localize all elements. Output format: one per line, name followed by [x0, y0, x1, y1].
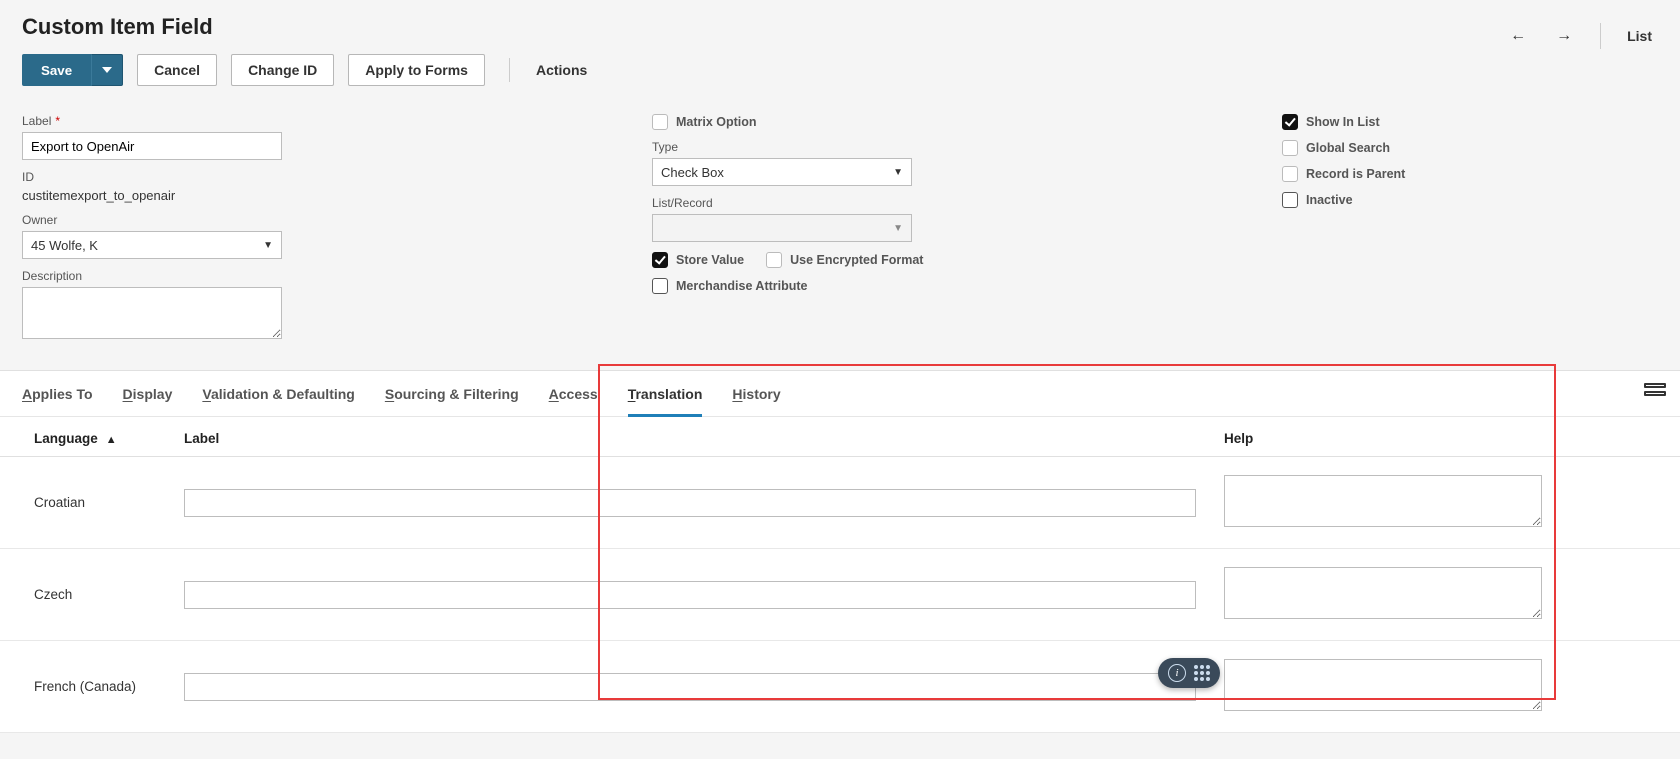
language-cell: Croatian — [0, 457, 170, 549]
translation-label-input[interactable] — [184, 581, 1196, 609]
description-textarea[interactable] — [22, 287, 282, 339]
list-record-field-label: List/Record — [652, 196, 1282, 210]
tabs-row: Applies To Display Validation & Defaulti… — [0, 371, 1680, 417]
change-id-button[interactable]: Change ID — [231, 54, 334, 86]
inactive-label: Inactive — [1306, 193, 1353, 207]
language-cell: French (Canada) — [0, 641, 170, 733]
store-value-label: Store Value — [676, 253, 744, 267]
actions-menu[interactable]: Actions — [530, 62, 593, 78]
toolbar: Save Cancel Change ID Apply to Forms Act… — [22, 54, 1658, 100]
label-input[interactable] — [22, 132, 282, 160]
owner-field-label: Owner — [22, 213, 652, 227]
merchandise-attribute-label: Merchandise Attribute — [676, 279, 808, 293]
apply-to-forms-button[interactable]: Apply to Forms — [348, 54, 485, 86]
save-button[interactable]: Save — [22, 54, 91, 86]
translation-table: Language▲ Label Help Croatian Czech — [0, 417, 1680, 733]
save-dropdown-button[interactable] — [91, 54, 123, 86]
col-label-header[interactable]: Label — [170, 417, 1210, 457]
translation-label-input[interactable] — [184, 489, 1196, 517]
label-field-label: Label* — [22, 114, 652, 128]
page-title: Custom Item Field — [22, 14, 1658, 40]
col-language-header[interactable]: Language▲ — [0, 417, 170, 457]
owner-selected-value: 45 Wolfe, K — [31, 238, 98, 253]
caret-down-icon: ▼ — [893, 223, 903, 234]
inactive-checkbox[interactable] — [1282, 192, 1298, 208]
translation-help-textarea[interactable] — [1224, 659, 1542, 711]
global-search-label: Global Search — [1306, 141, 1390, 155]
use-encrypted-label: Use Encrypted Format — [790, 253, 923, 267]
table-row: Croatian — [0, 457, 1680, 549]
tab-applies-to[interactable]: Applies To — [22, 372, 93, 416]
caret-down-icon — [102, 67, 112, 73]
translation-help-textarea[interactable] — [1224, 567, 1542, 619]
tab-validation-defaulting[interactable]: Validation & Defaulting — [202, 372, 354, 416]
help-widget[interactable]: i — [1158, 658, 1220, 688]
nav-forward-button[interactable]: → — [1546, 22, 1582, 50]
type-field-label: Type — [652, 140, 1282, 154]
record-is-parent-label: Record is Parent — [1306, 167, 1405, 181]
col-help-header[interactable]: Help — [1210, 417, 1680, 457]
type-selected-value: Check Box — [661, 165, 724, 180]
merchandise-attribute-checkbox[interactable] — [652, 278, 668, 294]
table-row: French (Canada) — [0, 641, 1680, 733]
required-asterisk: * — [55, 114, 60, 128]
matrix-option-label: Matrix Option — [676, 115, 757, 129]
list-record-select[interactable]: ▼ — [652, 214, 912, 242]
id-field-label: ID — [22, 170, 652, 184]
description-field-label: Description — [22, 269, 652, 283]
sort-asc-icon: ▲ — [106, 434, 117, 446]
tab-sourcing-filtering[interactable]: Sourcing & Filtering — [385, 372, 519, 416]
store-value-checkbox[interactable] — [652, 252, 668, 268]
tab-translation[interactable]: Translation — [628, 372, 703, 416]
caret-down-icon: ▼ — [263, 240, 273, 251]
layout-toggle-icon[interactable] — [1644, 383, 1666, 405]
nav-back-button[interactable]: ← — [1500, 22, 1536, 50]
translation-help-textarea[interactable] — [1224, 475, 1542, 527]
matrix-option-checkbox[interactable] — [652, 114, 668, 130]
cancel-button[interactable]: Cancel — [137, 54, 217, 86]
owner-select[interactable]: 45 Wolfe, K ▼ — [22, 231, 282, 259]
id-value: custitemexport_to_openair — [22, 188, 652, 203]
tab-display[interactable]: Display — [123, 372, 173, 416]
separator — [509, 58, 510, 82]
translation-label-input[interactable] — [184, 673, 1196, 701]
info-icon: i — [1168, 664, 1186, 682]
show-in-list-label: Show In List — [1306, 115, 1380, 129]
type-select[interactable]: Check Box ▼ — [652, 158, 912, 186]
caret-down-icon: ▼ — [893, 167, 903, 178]
tab-history[interactable]: History — [732, 372, 780, 416]
table-row: Czech — [0, 549, 1680, 641]
show-in-list-checkbox[interactable] — [1282, 114, 1298, 130]
tab-access[interactable]: Access — [549, 372, 598, 416]
grid-icon — [1194, 665, 1210, 681]
language-cell: Czech — [0, 549, 170, 641]
list-link[interactable]: List — [1619, 24, 1660, 48]
global-search-checkbox[interactable] — [1282, 140, 1298, 156]
separator — [1600, 23, 1601, 49]
record-is-parent-checkbox[interactable] — [1282, 166, 1298, 182]
use-encrypted-checkbox[interactable] — [766, 252, 782, 268]
